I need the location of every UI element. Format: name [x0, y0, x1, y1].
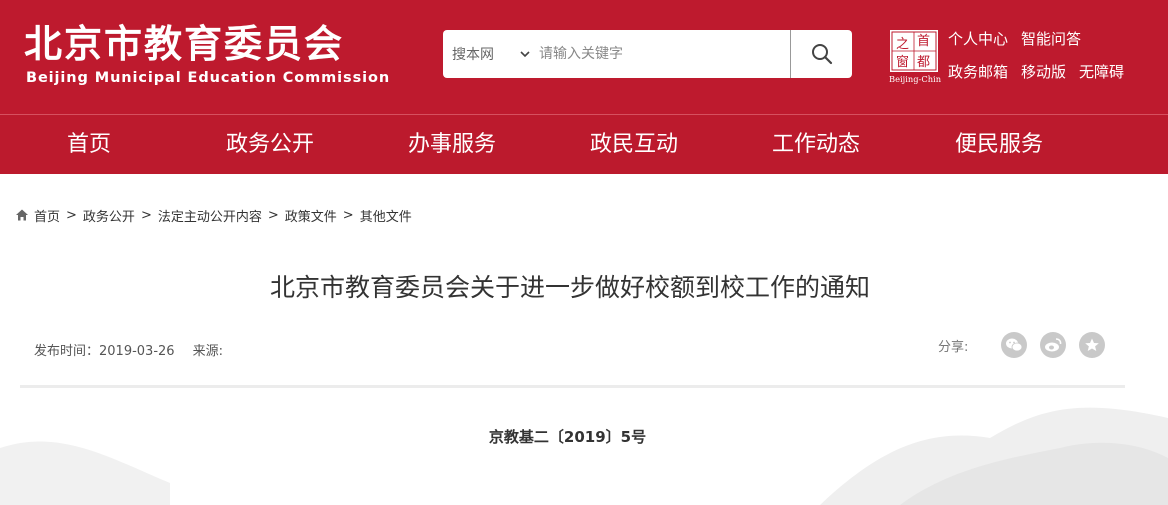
nav-item-home[interactable]: 首页 [67, 115, 111, 174]
site-logo-english[interactable]: Beijing Municipal Education Commission [26, 70, 390, 86]
search-scope-label: 搜本网 [452, 47, 494, 63]
breadcrumb-home[interactable]: 首页 [34, 206, 60, 225]
nav-item-government-affairs[interactable]: 政务公开 [226, 115, 314, 174]
capital-window-logo[interactable]: 之 首 窗 都 Beijing-China [889, 29, 941, 85]
share-label: 分享: [938, 340, 969, 355]
breadcrumb-statutory-disclosure[interactable]: 法定主动公开内容 [158, 206, 262, 225]
share-wechat-button[interactable] [1001, 332, 1027, 358]
wechat-icon [1006, 338, 1023, 352]
search-icon [811, 44, 832, 65]
weibo-icon [1045, 338, 1062, 352]
logo-char-chuang: 窗 [896, 54, 909, 70]
breadcrumb-separator: > [66, 207, 77, 223]
chevron-down-icon [520, 51, 530, 58]
link-mobile-version[interactable]: 移动版 [1021, 61, 1066, 83]
logo-char-du: 都 [917, 55, 930, 70]
site-header: 北京市教育委员会 Beijing Municipal Education Com… [0, 0, 1168, 114]
document-number: 京教基二〔2019〕5号 [488, 428, 647, 446]
nav-item-work-news[interactable]: 工作动态 [772, 115, 860, 174]
share-weibo-button[interactable] [1040, 332, 1066, 358]
breadcrumb: 首页 > 政务公开 > 法定主动公开内容 > 政策文件 > 其他文件 [15, 205, 412, 225]
article-title: 北京市教育委员会关于进一步做好校额到校工作的通知 [269, 273, 870, 302]
nav-item-interaction[interactable]: 政民互动 [590, 115, 678, 174]
source-label: 来源: [192, 344, 223, 359]
breadcrumb-government-affairs[interactable]: 政务公开 [83, 206, 135, 225]
logo-char-zhi: 之 [896, 37, 909, 52]
header-links: 个人中心 智能问答 政务邮箱 移动版 无障碍 [948, 28, 1158, 94]
main-nav: 首页 政务公开 办事服务 政民互动 工作动态 便民服务 [0, 114, 1168, 174]
search-scope-select[interactable]: 搜本网 [443, 30, 539, 78]
breadcrumb-separator: > [140, 207, 152, 223]
logo-char-shou: 首 [917, 34, 930, 49]
logo-caption: Beijing-China [889, 74, 941, 84]
nav-item-services[interactable]: 办事服务 [408, 115, 496, 174]
favorite-star-icon [1085, 338, 1099, 351]
breadcrumb-separator: > [342, 207, 354, 223]
share-favorite-button[interactable] [1079, 332, 1105, 358]
page-root: 北京市教育委员会 Beijing Municipal Education Com… [0, 0, 1168, 505]
site-logo-chinese[interactable]: 北京市教育委员会 [24, 22, 344, 66]
article-meta: 发布时间：2019-03-26 来源: [34, 340, 227, 359]
header-links-row-1: 个人中心 智能问答 [948, 28, 1158, 50]
nav-item-public-services[interactable]: 便民服务 [955, 115, 1043, 174]
link-personal-center[interactable]: 个人中心 [948, 28, 1008, 50]
breadcrumb-other-documents[interactable]: 其他文件 [360, 206, 412, 225]
home-icon[interactable] [15, 208, 29, 222]
search-box: 搜本网 [443, 30, 852, 78]
publish-time-label: 发布时间： [34, 344, 100, 359]
link-accessibility[interactable]: 无障碍 [1079, 61, 1124, 83]
breadcrumb-separator: > [267, 207, 279, 223]
publish-date: 2019-03-26 [99, 344, 175, 359]
search-button[interactable] [790, 30, 852, 78]
title-divider [20, 385, 1125, 388]
header-links-row-2: 政务邮箱 移动版 无障碍 [948, 61, 1158, 83]
link-smart-qa[interactable]: 智能问答 [1021, 28, 1081, 50]
link-gov-mailbox[interactable]: 政务邮箱 [948, 61, 1008, 83]
search-input[interactable] [539, 38, 789, 70]
breadcrumb-policy-documents[interactable]: 政策文件 [285, 206, 337, 225]
